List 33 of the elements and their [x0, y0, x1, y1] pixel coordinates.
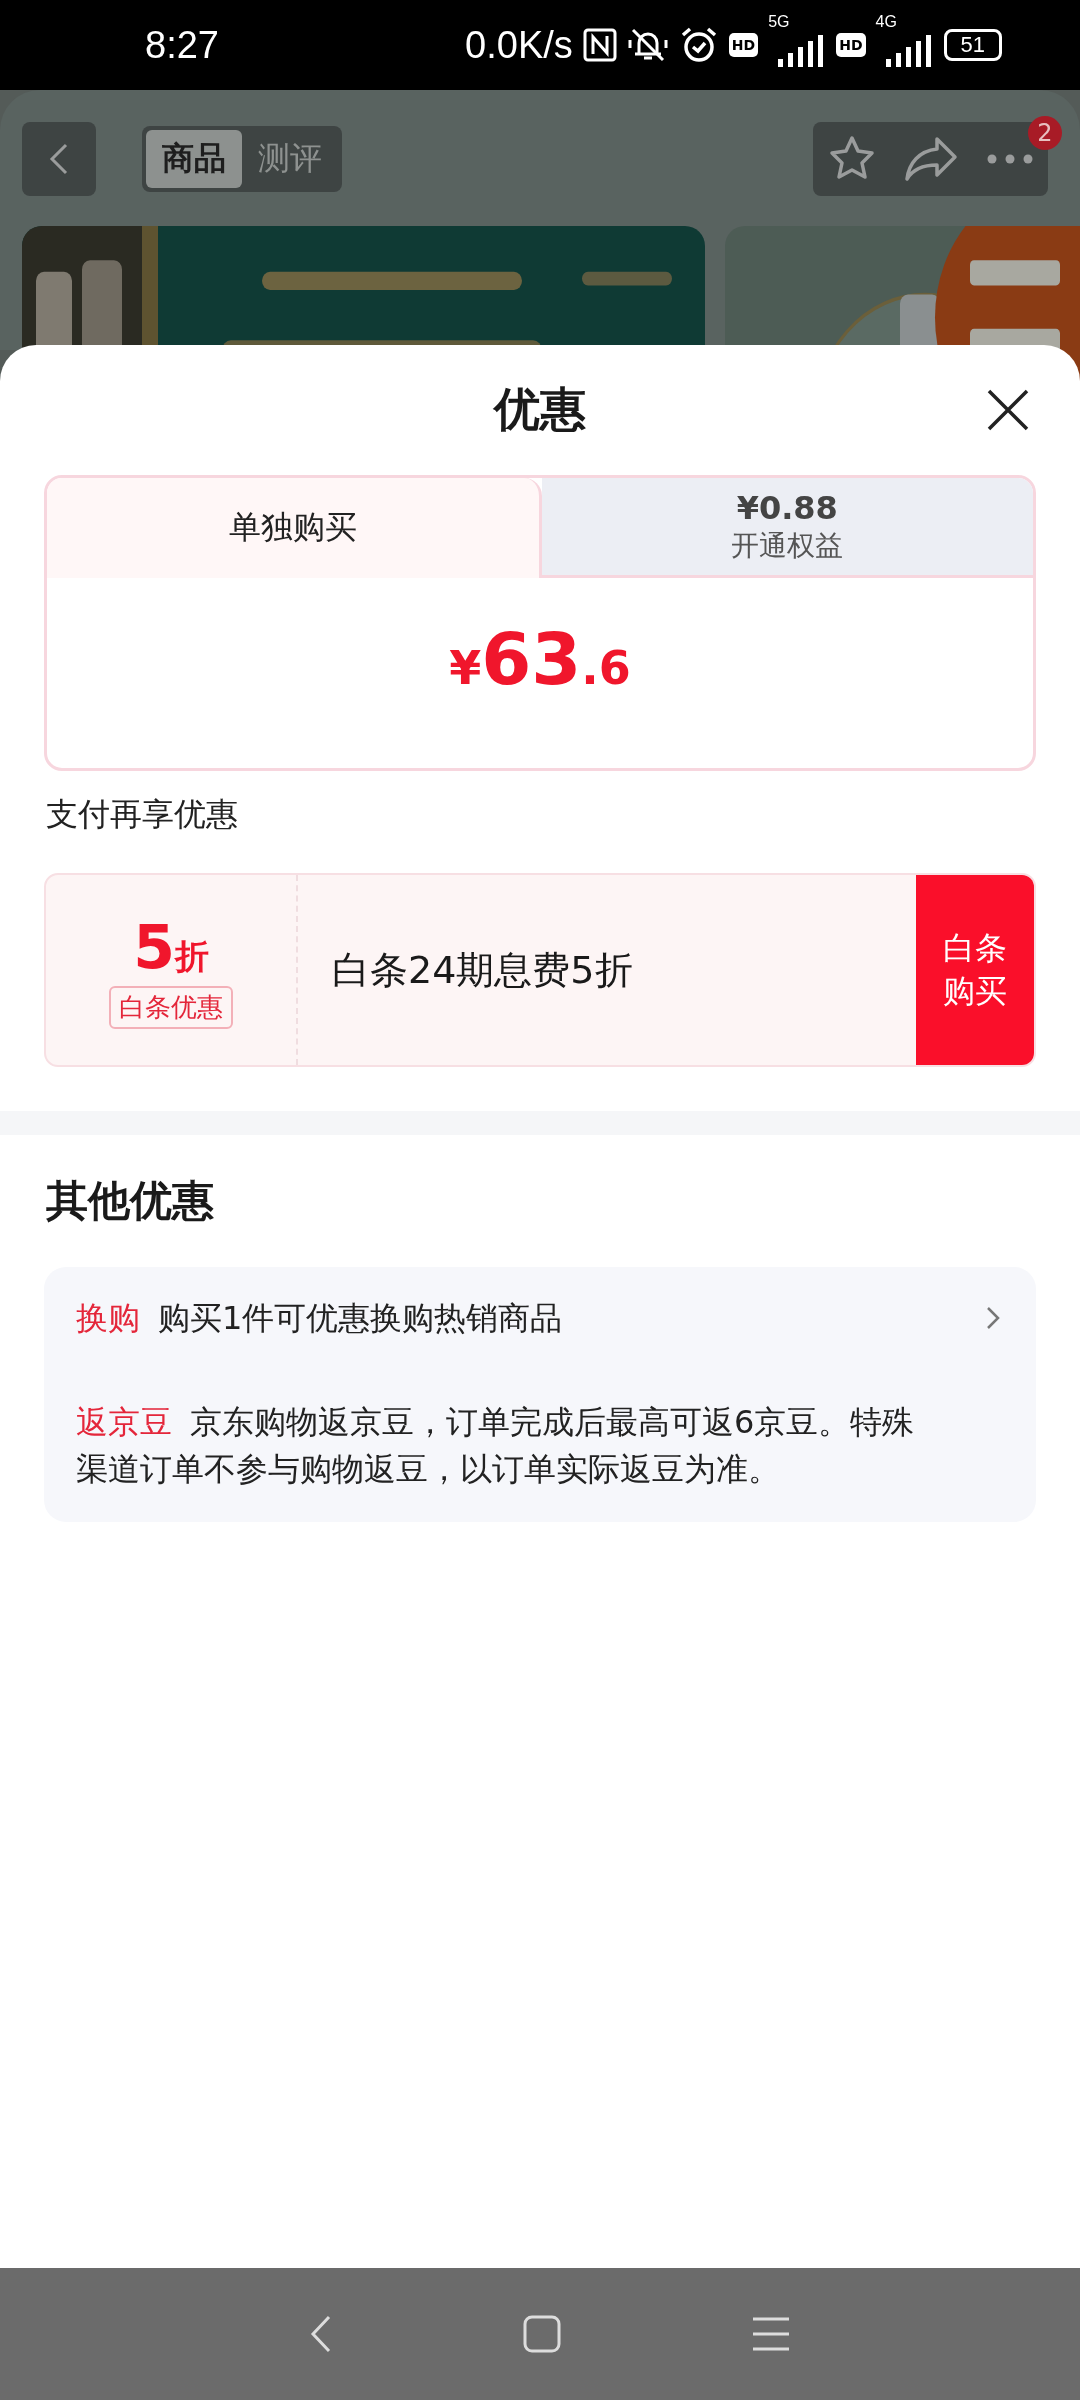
buy-button[interactable]: 白条购买 — [916, 875, 1034, 1065]
signal-icon — [883, 35, 934, 69]
chevron-right-icon[interactable] — [986, 1306, 1000, 1331]
home-icon[interactable] — [523, 2315, 561, 2353]
section-title: 支付再享优惠 — [46, 794, 239, 835]
tab[interactable]: 商品 — [146, 130, 242, 188]
price-tab[interactable]: ¥0.88 开通权益 — [541, 478, 1033, 578]
coupon-description: 白条24期息费5折 — [332, 946, 634, 994]
network-type: 4G — [875, 13, 897, 31]
section-title: 其他优惠 — [46, 1175, 215, 1227]
hd-badge: HD — [836, 33, 866, 57]
nfc-icon — [582, 28, 617, 62]
back-icon[interactable] — [309, 2314, 333, 2354]
coupon-tag: 白条优惠 — [109, 985, 233, 1029]
discount-value: 5折 — [133, 911, 209, 982]
network-speed: 0.0K/s — [465, 23, 573, 67]
offer-text: 返京豆 京东购物返京豆，订单完成后最高可返6京豆。特殊渠道订单不参与购物返豆，以订单实际返豆为准。 — [76, 1402, 916, 1490]
close-button[interactable] — [986, 388, 1030, 432]
sheet-title: 优惠 — [494, 381, 586, 438]
tab[interactable]: 测评 — [242, 130, 338, 188]
offer-text: 换购 购买1件可优惠换购热销商品 — [76, 1298, 564, 1339]
battery-indicator: 51 — [943, 29, 1002, 61]
network-type: 5G — [768, 13, 790, 31]
price: ¥63.6 — [449, 617, 631, 701]
hd-badge: HD — [728, 33, 759, 57]
clock-time: 8:27 — [145, 23, 219, 67]
notification-badge: 2 — [1028, 116, 1062, 150]
chevron-left-icon — [49, 142, 69, 176]
menu-icon[interactable] — [751, 2316, 791, 2352]
price-tab[interactable]: 单独购买 — [47, 478, 542, 578]
bell-muted-icon — [626, 26, 669, 64]
share-icon[interactable] — [903, 135, 960, 183]
back-button[interactable] — [22, 122, 96, 196]
